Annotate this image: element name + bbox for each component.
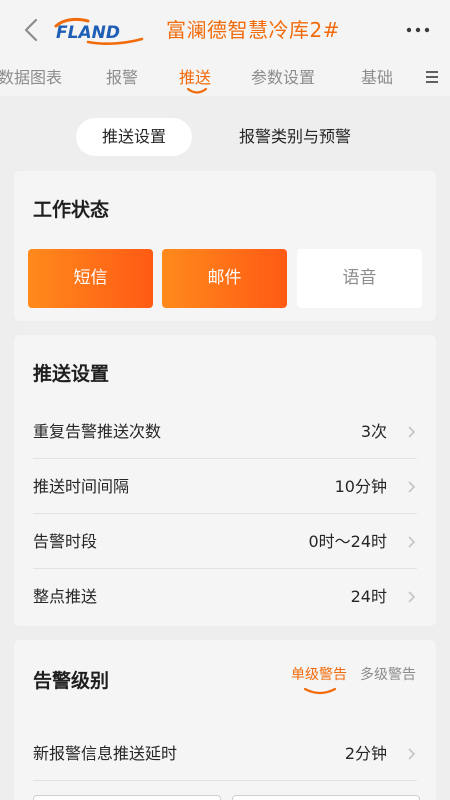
row-new-alarm-delay[interactable]: 新报警信息推送延时 2分钟	[33, 726, 417, 781]
page-title: 富澜德智慧冷库2#	[166, 18, 340, 42]
row-value: 2分钟	[344, 744, 387, 763]
more-icon[interactable]	[404, 18, 432, 42]
row-label: 推送时间间隔	[33, 477, 130, 496]
tab-bar: 数据图表 报警 推送 参数设置 基础	[0, 60, 450, 96]
level-select-right[interactable]	[232, 795, 420, 800]
chevron-right-icon	[408, 748, 416, 760]
push-settings-card: 推送设置 重复告警推送次数 3次 推送时间间隔 10分钟 告警时段 0时～24时…	[14, 335, 436, 626]
active-tab-indicator	[186, 87, 208, 94]
single-level-tab[interactable]: 单级警告	[291, 664, 347, 684]
segment-alarm-category[interactable]: 报警类别与预警	[222, 118, 368, 156]
tab-basic[interactable]: 基础	[361, 64, 393, 92]
sms-button[interactable]: 短信	[28, 249, 153, 308]
row-label: 新报警信息推送延时	[33, 744, 178, 763]
tab-data-chart[interactable]: 数据图表	[0, 64, 62, 92]
tab-params[interactable]: 参数设置	[251, 64, 315, 92]
alarm-level-card: 告警级别 单级警告 多级警告 新报警信息推送延时 2分钟	[14, 640, 436, 800]
work-status-card: 工作状态 短信 邮件 语音	[14, 171, 436, 321]
voice-button[interactable]: 语音	[297, 249, 422, 308]
row-alarm-period[interactable]: 告警时段 0时～24时	[33, 514, 417, 569]
back-icon[interactable]	[18, 16, 46, 44]
tab-alarm[interactable]: 报警	[106, 64, 138, 92]
chevron-right-icon	[408, 591, 416, 603]
row-value: 3次	[360, 422, 387, 441]
alarm-level-title: 告警级别	[33, 670, 110, 692]
app-header: FLAND 富澜德智慧冷库2#	[0, 0, 450, 60]
row-interval[interactable]: 推送时间间隔 10分钟	[33, 459, 417, 514]
push-settings-title: 推送设置	[33, 363, 110, 385]
chevron-right-icon	[408, 426, 416, 438]
row-value: 10分钟	[334, 477, 387, 496]
work-status-title: 工作状态	[33, 199, 110, 221]
row-label: 告警时段	[33, 532, 98, 551]
level-tab-indicator	[303, 687, 337, 695]
logo-text: FLAND	[56, 23, 120, 43]
tab-fade	[392, 60, 422, 96]
menu-icon[interactable]	[422, 66, 442, 88]
chevron-right-icon	[408, 536, 416, 548]
row-label: 重复告警推送次数	[33, 422, 162, 441]
chevron-right-icon	[408, 481, 416, 493]
row-value: 0时～24时	[308, 532, 387, 551]
level-select-left[interactable]	[33, 795, 221, 800]
multi-level-tab[interactable]: 多级警告	[360, 664, 416, 684]
row-hourly-push[interactable]: 整点推送 24时	[33, 569, 417, 624]
email-button[interactable]: 邮件	[162, 249, 287, 308]
fland-logo: FLAND	[54, 17, 144, 45]
row-value: 24时	[350, 587, 387, 606]
segment-push-settings[interactable]: 推送设置	[76, 118, 192, 156]
row-label: 整点推送	[33, 587, 98, 606]
row-repeat-count[interactable]: 重复告警推送次数 3次	[33, 404, 417, 459]
